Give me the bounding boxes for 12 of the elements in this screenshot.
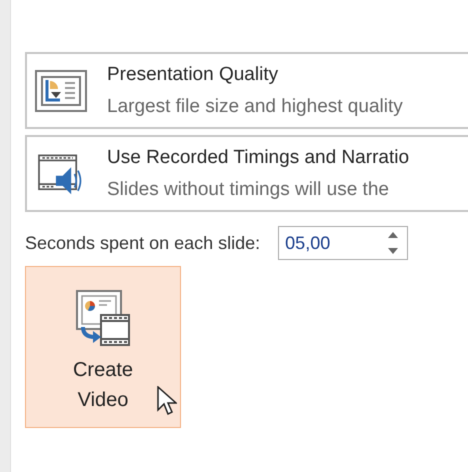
option-title: Presentation Quality <box>107 64 280 86</box>
option-description: Largest file size and highest quality <box>107 96 403 118</box>
option-description: Slides without timings will use the <box>107 178 390 200</box>
seconds-spinner[interactable]: 05,00 <box>278 226 408 260</box>
mouse-pointer-icon <box>157 386 177 416</box>
option-title: Use Recorded Timings and Narratio <box>107 146 410 168</box>
slide-to-video-icon <box>74 289 132 347</box>
slide-chart-icon <box>35 68 87 112</box>
option-dropdown[interactable]: Use Recorded Timings and Narratio Slides without timings will use the <box>25 135 468 212</box>
seconds-label: Seconds spent on each slide: <box>25 232 260 254</box>
option-dropdown[interactable]: Presentation Quality Largest file size and highest quality <box>25 52 468 129</box>
create-video-button[interactable]: Create Video <box>25 266 181 428</box>
